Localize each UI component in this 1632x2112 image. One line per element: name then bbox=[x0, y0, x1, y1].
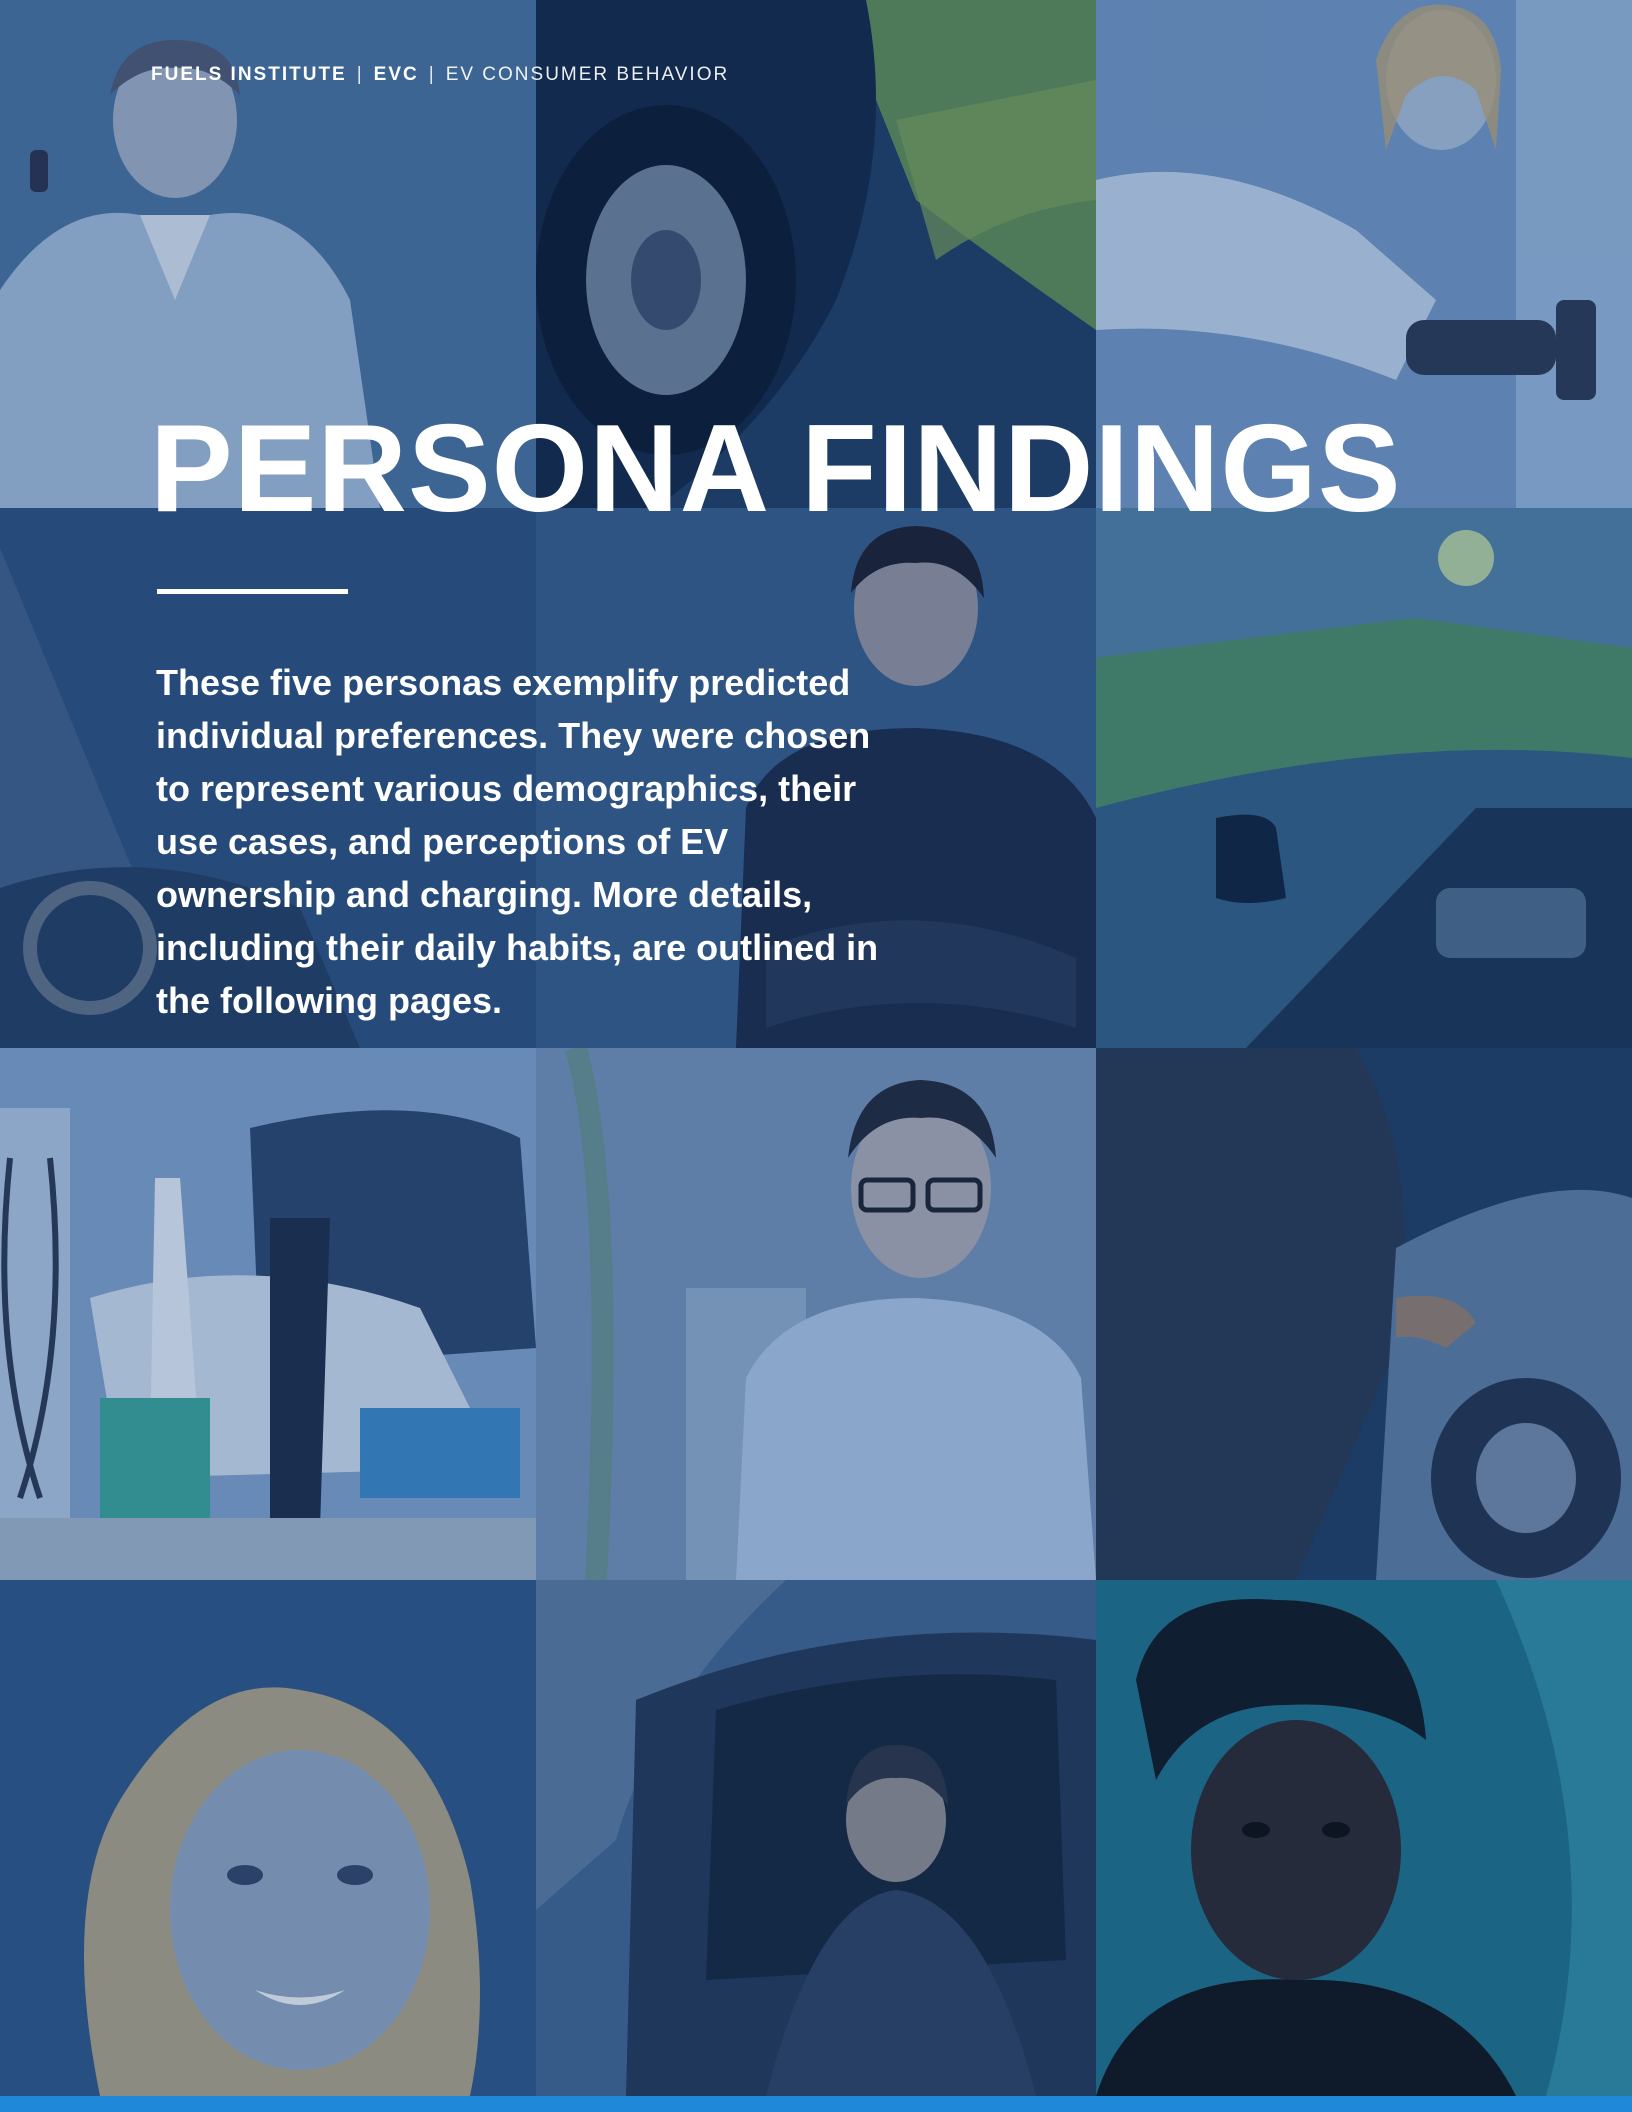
header-section: EV CONSUMER BEHAVIOR bbox=[445, 64, 730, 85]
header-separator-2: | bbox=[428, 64, 436, 85]
photo-road-windshield bbox=[1096, 508, 1632, 1048]
bottom-accent-bar bbox=[0, 2096, 1632, 2112]
header-separator: | bbox=[356, 64, 364, 85]
photo-grid bbox=[0, 0, 1632, 2112]
photo-couple-at-charger bbox=[0, 1048, 536, 1580]
intro-paragraph: These five personas exemplify predicted … bbox=[156, 662, 879, 1021]
title-underline bbox=[157, 589, 348, 594]
photo-man-in-car-phone bbox=[536, 1580, 1096, 2096]
photo-blonde-woman bbox=[0, 1580, 536, 2096]
photo-hand-plugging-charger bbox=[1096, 1048, 1632, 1580]
header-program: EVC bbox=[373, 64, 419, 85]
header-org: FUELS INSTITUTE bbox=[151, 64, 347, 85]
photo-man-with-glasses bbox=[536, 1048, 1096, 1580]
running-header: FUELS INSTITUTE | EVC | EV CONSUMER BEHAVIOR bbox=[151, 64, 729, 86]
photo-older-woman bbox=[1096, 1580, 1632, 2096]
page-title: PERSONA FINDINGS bbox=[150, 400, 1402, 538]
